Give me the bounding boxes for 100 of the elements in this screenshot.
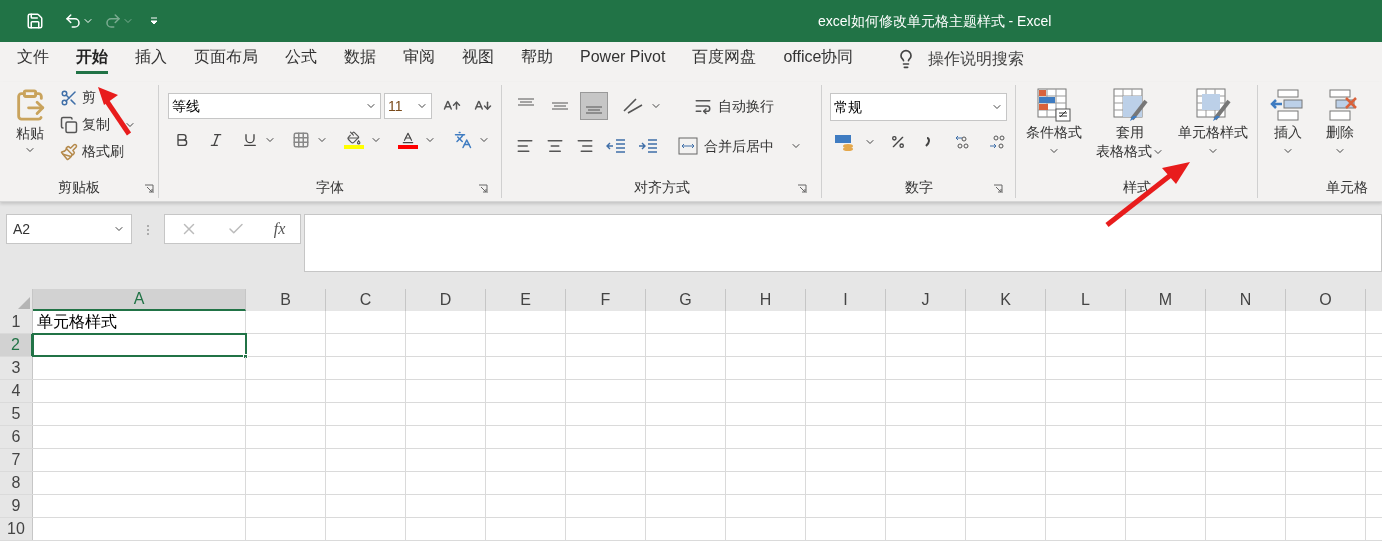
decrease-indent-icon[interactable] (606, 138, 626, 154)
column-header[interactable]: B (246, 289, 326, 311)
row-header[interactable]: 8 (0, 472, 33, 494)
ribbon-tab[interactable]: 数据 (344, 46, 376, 74)
align-center-icon[interactable] (546, 137, 564, 155)
wrap-text-icon (694, 97, 712, 115)
group-label: 数字 (904, 177, 933, 197)
ribbon-tab[interactable]: Power Pivot (580, 46, 666, 74)
percent-icon[interactable] (890, 134, 906, 150)
group-label: 对齐方式 (633, 177, 690, 197)
customize-toolbar-icon[interactable] (150, 17, 158, 25)
styles-button[interactable]: 单元格样式 (1176, 87, 1250, 161)
column-header[interactable]: O (1286, 289, 1366, 311)
cells-button[interactable]: 删除 (1322, 87, 1358, 157)
column-header[interactable]: K (966, 289, 1046, 311)
format-painter-button[interactable]: 格式刷 (60, 141, 136, 162)
table-brush-icon (1110, 87, 1150, 123)
vertical-align-button[interactable] (580, 92, 608, 120)
font-name-field[interactable]: 等线 (168, 93, 381, 119)
column-header[interactable]: E (486, 289, 566, 311)
vertical-align-icon (517, 98, 535, 106)
border-icon[interactable] (292, 131, 310, 149)
align-right-icon[interactable] (576, 137, 594, 155)
column-header[interactable]: F (566, 289, 646, 311)
dialog-launcher-icon[interactable] (478, 184, 488, 194)
undo-icon[interactable] (64, 12, 82, 30)
group-label: 单元格 (1326, 177, 1368, 197)
ribbon-tab[interactable]: 审阅 (403, 46, 435, 74)
column-header[interactable]: L (1046, 289, 1126, 311)
drag-handle-icon[interactable] (146, 224, 150, 236)
copy-button[interactable]: 复制 (60, 114, 136, 135)
row-header[interactable]: 9 (0, 495, 33, 517)
paste-button[interactable]: 粘贴 (0, 87, 60, 176)
row-header[interactable]: 1 (0, 311, 33, 333)
italic-icon[interactable] (208, 132, 224, 148)
comma-style-icon[interactable] (924, 137, 930, 147)
ribbon-tab[interactable]: office协同 (783, 46, 854, 74)
currency-icon[interactable] (834, 133, 854, 151)
tell-me-search[interactable]: 操作说明搜索 (928, 47, 1025, 71)
row-header[interactable]: 6 (0, 426, 33, 448)
column-header[interactable]: A (33, 289, 246, 311)
ribbon-tab[interactable]: 百度网盘 (692, 46, 757, 74)
select-all-icon[interactable] (18, 297, 30, 309)
styles-button[interactable]: 条件格式 (1024, 87, 1084, 161)
orientation-icon[interactable] (622, 97, 644, 115)
vertical-align-icon (551, 102, 569, 110)
increase-decimal-icon[interactable] (954, 133, 972, 151)
column-header[interactable]: G (646, 289, 726, 311)
paintbrush-icon (60, 142, 78, 161)
cell-brush-icon (1193, 87, 1233, 123)
ribbon-tab[interactable]: 视图 (462, 46, 494, 74)
cells-button[interactable]: 插入 (1270, 87, 1306, 157)
ribbon-tab[interactable]: 公式 (285, 46, 317, 74)
row-header[interactable]: 2 (0, 334, 33, 356)
cut-button[interactable]: 剪 (60, 87, 136, 108)
fill-handle[interactable] (243, 354, 248, 359)
dialog-launcher-icon[interactable] (144, 184, 154, 194)
dialog-launcher-icon[interactable] (993, 184, 1003, 194)
window-title: excel如何修改单元格主题样式 - Excel (818, 11, 1052, 31)
column-header[interactable]: M (1126, 289, 1206, 311)
row-header[interactable]: 7 (0, 449, 33, 471)
name-box[interactable]: A2 (6, 214, 132, 244)
increase-indent-icon[interactable] (638, 138, 658, 154)
bold-icon[interactable] (174, 132, 190, 148)
column-header[interactable]: D (406, 289, 486, 311)
font-color-icon[interactable] (398, 131, 418, 149)
row-header[interactable]: 4 (0, 380, 33, 402)
styles-button[interactable]: 套用 表格格式 (1094, 87, 1166, 161)
ribbon-tab[interactable]: 帮助 (521, 46, 553, 74)
column-header[interactable]: J (886, 289, 966, 311)
conditional-format-icon (1034, 87, 1074, 123)
ribbon-tab[interactable]: 文件 (17, 46, 49, 74)
row-header[interactable]: 5 (0, 403, 33, 425)
row-header[interactable]: 10 (0, 518, 33, 540)
insert-cells-icon (1270, 87, 1306, 123)
underline-icon[interactable] (242, 132, 258, 148)
formula-input[interactable] (304, 214, 1382, 272)
row-header[interactable]: 3 (0, 357, 33, 379)
wrap-text-button[interactable]: 自动换行 (694, 95, 774, 117)
column-header[interactable]: I (806, 289, 886, 311)
column-header[interactable]: H (726, 289, 806, 311)
scissors-icon (60, 88, 78, 107)
ribbon-tab[interactable]: 插入 (135, 46, 167, 74)
table-cell: 单元格样式 (33, 311, 246, 333)
merge-center-button[interactable]: 合并后居中 (678, 135, 802, 157)
phonetic-icon[interactable] (454, 131, 472, 149)
fill-color-icon[interactable] (344, 131, 364, 149)
column-header[interactable]: N (1206, 289, 1286, 311)
ribbon-tab[interactable]: 开始 (76, 46, 108, 74)
ribbon-tab[interactable]: 页面布局 (194, 46, 258, 74)
insert-function-button[interactable]: fx (273, 217, 286, 241)
group-label: 字体 (316, 177, 344, 197)
column-header[interactable]: C (326, 289, 406, 311)
number-format-field[interactable]: 常规 (830, 93, 1007, 121)
font-size-field[interactable]: 11 (384, 93, 432, 119)
save-icon[interactable] (26, 12, 44, 30)
dialog-launcher-icon[interactable] (797, 184, 807, 194)
vertical-align-icon (585, 106, 603, 114)
decrease-decimal-icon[interactable] (988, 133, 1006, 151)
align-left-icon[interactable] (516, 137, 534, 155)
